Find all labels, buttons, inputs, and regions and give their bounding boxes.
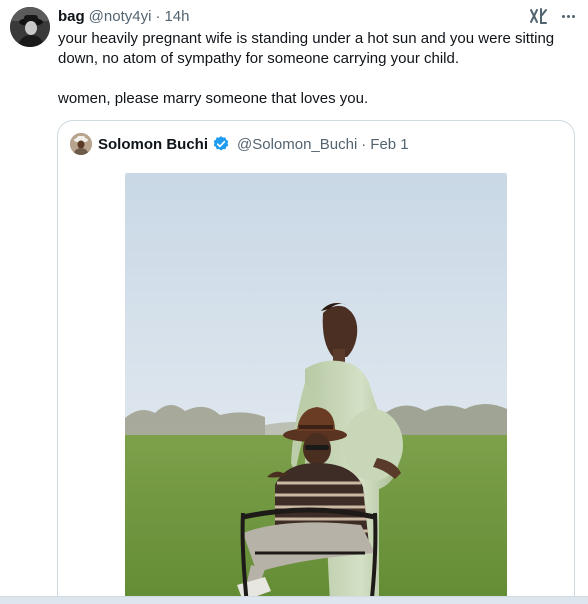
post-text-line: your heavily pregnant wife is standing u… (58, 30, 555, 67)
author-handle[interactable]: @noty4yi (89, 8, 152, 25)
quoted-post-header: Solomon Buchi @Solomon_Buchi · Feb 1 (70, 133, 409, 155)
quoted-post-photo[interactable] (125, 173, 507, 604)
quoted-post-date[interactable]: Feb 1 (370, 136, 408, 153)
verified-badge-icon (212, 135, 230, 153)
post-header: bag @noty4yi · 14h (58, 6, 189, 26)
quoted-author-avatar[interactable] (70, 133, 92, 155)
author-avatar[interactable] (10, 7, 50, 47)
grok-icon[interactable] (528, 6, 548, 26)
quoted-author-handle[interactable]: @Solomon_Buchi (237, 136, 357, 153)
post-time[interactable]: 14h (164, 8, 189, 25)
quoted-post[interactable]: Solomon Buchi @Solomon_Buchi · Feb 1 (57, 120, 575, 604)
post-card[interactable]: bag @noty4yi · 14h your heavily pregnant… (0, 0, 588, 604)
post-text-line: women, please marry someone that loves y… (58, 90, 369, 107)
post-text: your heavily pregnant wife is standing u… (58, 29, 580, 109)
separator-dot: · (361, 135, 367, 153)
more-options-icon[interactable] (556, 6, 580, 26)
author-name[interactable]: bag (58, 8, 85, 25)
quoted-author-name[interactable]: Solomon Buchi (98, 136, 208, 153)
bottom-divider (0, 596, 588, 604)
separator-dot: · (155, 7, 161, 25)
